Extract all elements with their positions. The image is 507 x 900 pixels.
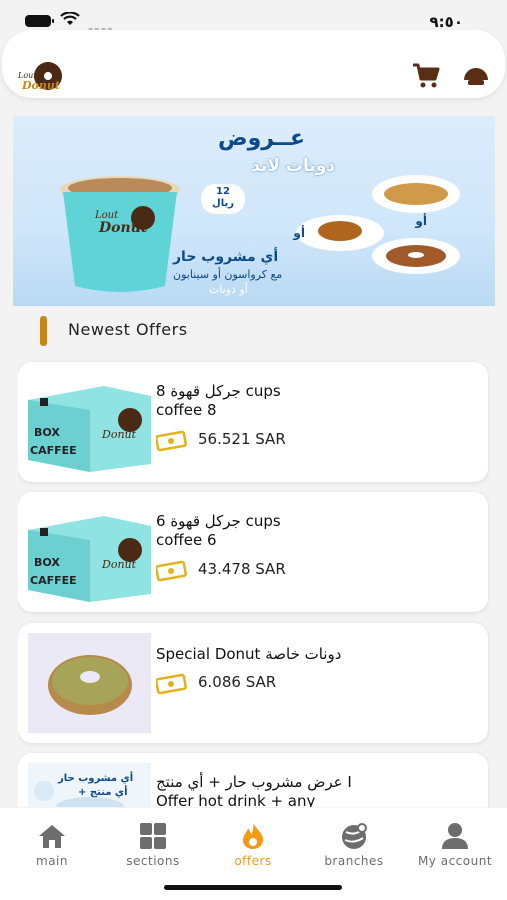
offer-title: Special Donut دونات خاصة: [156, 645, 342, 663]
flame-icon: [243, 823, 264, 849]
battery-icon: [25, 15, 54, 27]
section-title: Newest Offers: [68, 320, 188, 339]
banner-or-1: أو: [415, 214, 427, 228]
wifi-icon: [60, 12, 80, 25]
cart-icon[interactable]: [411, 60, 441, 90]
banner-text-3: أو دونات: [209, 283, 248, 296]
tab-main[interactable]: main: [2, 822, 102, 868]
sprinkle-donut-image: [372, 238, 460, 274]
user-icon: [442, 823, 468, 849]
offer-card[interactable]: أي مشروب حار + أي منتج عرض مشروب حار + أ…: [18, 753, 488, 807]
home-icon: [39, 825, 65, 848]
svg-text:+ أي منتج: + أي منتج: [78, 785, 128, 798]
promo-banner[interactable]: عــروض دونات لاند Lout Donut 12 ريال أو أ…: [13, 116, 495, 306]
offer-title: جركل قهوة 6 cups coffee 6: [156, 512, 281, 549]
banner-or-2: أو: [293, 226, 305, 240]
tab-sections[interactable]: sections: [103, 822, 203, 868]
offer-card[interactable]: BOX CAFFEE Donut جركل قهوة 6 cups coffee…: [18, 492, 488, 612]
croissant-image: [372, 175, 460, 213]
tab-my-account[interactable]: My account: [405, 822, 505, 868]
price-badge: 12 ريال: [201, 184, 245, 214]
coffee-cup-image: Lout Donut: [60, 176, 180, 292]
svg-text:أي مشروب حار: أي مشروب حار: [57, 771, 133, 784]
app-header: Lout Donut: [2, 30, 505, 98]
tab-branches[interactable]: branches: [304, 822, 404, 868]
svg-text:Donut: Donut: [98, 220, 148, 236]
section-accent-bar: [40, 316, 47, 346]
banner-text-2: مع كرواسون أو سينابون: [173, 268, 283, 281]
status-bar: ▪▪▪▪ ٩:٥٠: [0, 0, 507, 34]
svg-text:CAFFEE: CAFFEE: [30, 444, 77, 457]
svg-text:BOX: BOX: [34, 556, 60, 569]
offer-price: 43.478 SAR: [198, 560, 286, 578]
home-indicator: [164, 885, 342, 890]
cash-icon: [156, 560, 187, 582]
svg-text:Donut: Donut: [21, 79, 60, 92]
offer-card[interactable]: Special Donut دونات خاصة 6.086 SAR: [18, 623, 488, 743]
branches-icon: [342, 823, 367, 849]
coffee-box-image: BOX CAFFEE Donut: [28, 502, 151, 602]
svg-text:BOX: BOX: [34, 426, 60, 439]
offer-price: 6.086 SAR: [198, 673, 277, 691]
banner-text-1: أي مشروب حار: [173, 249, 279, 265]
offer-title: عرض مشروب حار + أي منتج I Offer hot drin…: [156, 773, 352, 807]
donut-image: [28, 633, 151, 733]
donut-land-logo[interactable]: Lout Donut: [14, 58, 66, 94]
coffee-box-image: BOX CAFFEE Donut: [28, 372, 151, 472]
banner-title: عــروض: [217, 126, 305, 151]
banner-subtitle: دونات لاند: [251, 156, 335, 176]
offer-card[interactable]: BOX CAFFEE Donut جركل قهوة 8 cups coffee…: [18, 362, 488, 482]
svg-text:Donut: Donut: [101, 558, 137, 571]
grid-icon: [140, 823, 166, 849]
donut-profile-icon[interactable]: [461, 60, 491, 90]
offer-price: 56.521 SAR: [198, 430, 286, 448]
cash-icon: [156, 673, 187, 695]
offers-list[interactable]: BOX CAFFEE Donut جركل قهوة 8 cups coffee…: [18, 360, 490, 807]
svg-text:CAFFEE: CAFFEE: [30, 574, 77, 587]
status-time: ٩:٥٠: [429, 13, 463, 31]
tab-offers[interactable]: offers: [203, 822, 303, 868]
hot-drink-offer-image: أي مشروب حار + أي منتج: [28, 763, 151, 807]
svg-text:Donut: Donut: [101, 428, 137, 441]
offer-title: جركل قهوة 8 cups coffee 8: [156, 382, 281, 419]
cash-icon: [156, 430, 187, 452]
